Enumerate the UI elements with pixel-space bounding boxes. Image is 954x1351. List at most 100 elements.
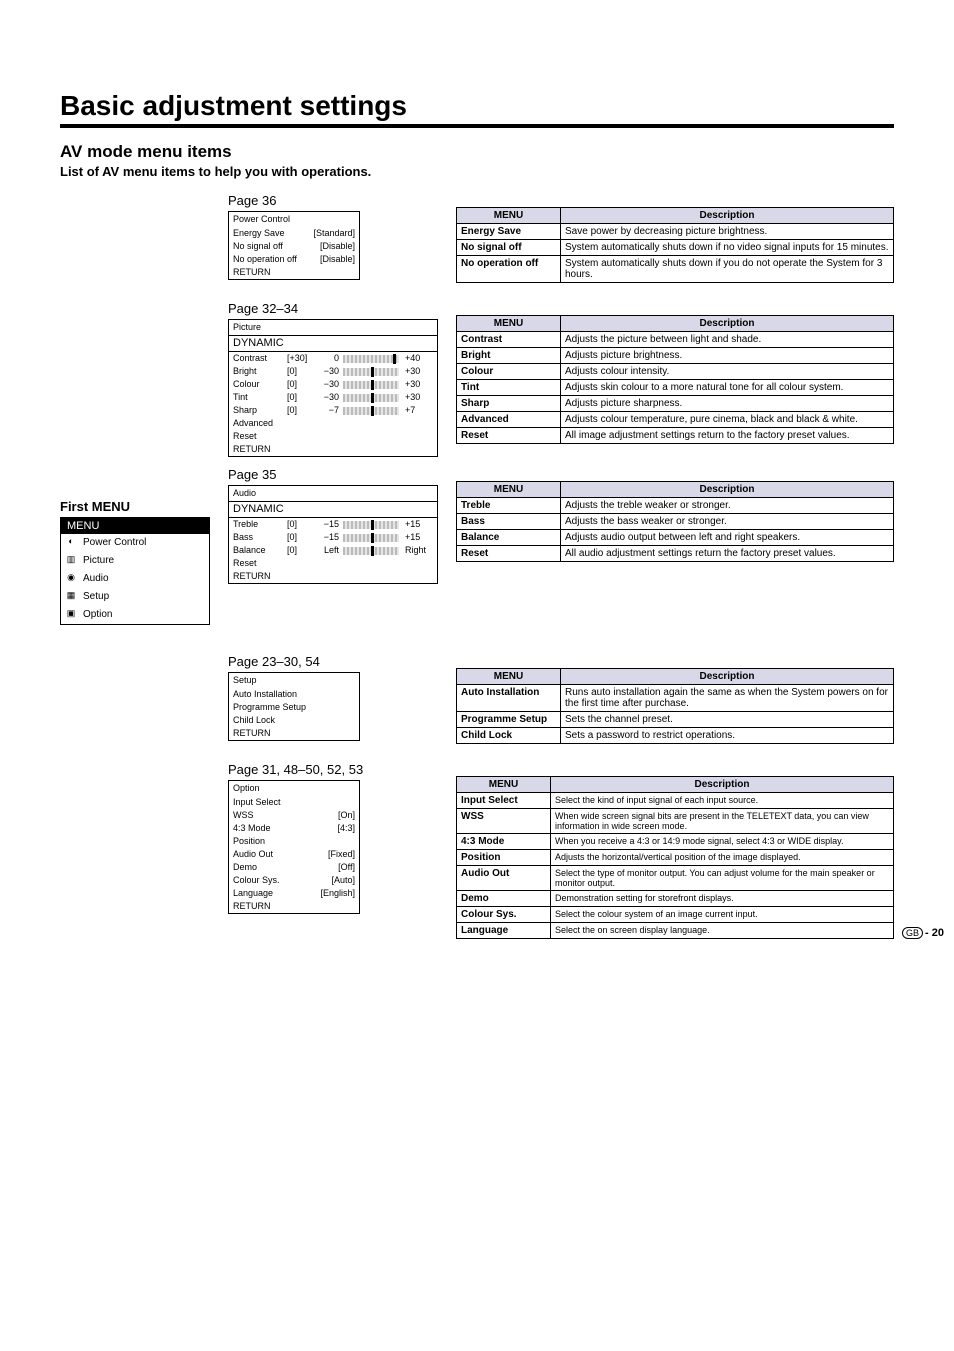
slider-knob: [371, 380, 374, 390]
table-cell: Demonstration setting for storefront dis…: [551, 891, 894, 907]
th-menu: MENU: [457, 777, 551, 793]
slider-knob: [371, 546, 374, 556]
menu-item: ▥Picture: [61, 552, 209, 570]
page-number: GB- 20: [902, 927, 944, 939]
desc-table-power: MENUDescription Energy SaveSave power by…: [456, 207, 894, 283]
table-cell: Energy Save: [457, 224, 561, 240]
slider-knob: [371, 367, 374, 377]
slider-knob: [393, 354, 396, 364]
slider-max: +30: [403, 365, 433, 378]
desc-table-setup: MENUDescription Auto InstallationRuns au…: [456, 668, 894, 744]
slider-val: [+30]: [287, 352, 311, 365]
first-menu-box: MENU ◐Power Control ▥Picture ◉Audio ▦Set…: [60, 517, 210, 625]
slider-max: +30: [403, 378, 433, 391]
slider-label: Bright: [233, 365, 283, 378]
page-ref: Page 36: [228, 193, 438, 208]
slider-val: [0]: [287, 365, 311, 378]
osd-row-label: RETURN: [229, 900, 359, 913]
table-cell: Input Select: [457, 793, 551, 809]
osd-row-label: Position: [233, 835, 265, 848]
section-heading: AV mode menu items: [60, 142, 894, 162]
slider-label: Colour: [233, 378, 283, 391]
osd-mode: DYNAMIC: [229, 501, 437, 518]
osd-row-label: Colour Sys.: [233, 874, 280, 887]
table-cell: No signal off: [457, 240, 561, 256]
menu-item-label: Setup: [83, 591, 109, 602]
table-cell: WSS: [457, 809, 551, 834]
osd-row-label: WSS: [233, 809, 254, 822]
table-cell: Audio Out: [457, 866, 551, 891]
slider-track: [343, 381, 399, 389]
table-cell: Demo: [457, 891, 551, 907]
table-cell: All audio adjustment settings return the…: [561, 546, 894, 562]
table-cell: Position: [457, 850, 551, 866]
th-desc: Description: [561, 669, 894, 685]
page-title: Basic adjustment settings: [60, 90, 894, 128]
table-cell: No operation off: [457, 256, 561, 283]
option-icon: ▣: [65, 607, 77, 619]
table-cell: Advanced: [457, 412, 561, 428]
osd-row-label: Audio Out: [233, 848, 273, 861]
osd-row-label: Advanced: [229, 417, 437, 430]
th-desc: Description: [561, 316, 894, 332]
osd-row-value: [Off]: [338, 861, 355, 874]
slider-label: Balance: [233, 544, 283, 557]
slider-label: Bass: [233, 531, 283, 544]
setup-icon: ▦: [65, 589, 77, 601]
slider-min: Left: [315, 544, 339, 557]
table-cell: Select the kind of input signal of each …: [551, 793, 894, 809]
table-cell: Bass: [457, 514, 561, 530]
table-cell: Sets the channel preset.: [561, 712, 894, 728]
slider-knob: [371, 406, 374, 416]
table-cell: Colour Sys.: [457, 907, 551, 923]
osd-row-value: [On]: [338, 809, 355, 822]
first-menu-title: MENU: [61, 518, 209, 534]
picture-icon: ▥: [65, 553, 77, 565]
slider-val: [0]: [287, 531, 311, 544]
slider-track: [343, 534, 399, 542]
osd-power: Power Control Energy Save[Standard] No s…: [228, 211, 360, 280]
osd-row-value: [Auto]: [331, 874, 355, 887]
osd-mode: DYNAMIC: [229, 335, 437, 352]
osd-row-value: [Standard]: [313, 227, 355, 240]
slider-val: [0]: [287, 544, 311, 557]
osd-row-label: Input Select: [233, 796, 281, 809]
slider-label: Treble: [233, 518, 283, 531]
slider-min: −15: [315, 518, 339, 531]
menu-item: ▦ Setup: [61, 588, 209, 606]
table-cell: Adjusts picture sharpness.: [561, 396, 894, 412]
osd-row-value: [4:3]: [337, 822, 355, 835]
slider-track: [343, 394, 399, 402]
osd-row-label: Demo: [233, 861, 257, 874]
table-cell: Language: [457, 923, 551, 939]
osd-row-label: RETURN: [229, 727, 359, 740]
page-ref: Page 31, 48–50, 52, 53: [228, 762, 438, 777]
table-cell: Contrast: [457, 332, 561, 348]
osd-row-label: RETURN: [229, 443, 437, 456]
slider-max: Right: [403, 544, 433, 557]
osd-row-label: RETURN: [229, 266, 359, 279]
osd-row-label: Reset: [229, 430, 437, 443]
table-cell: Adjusts the bass weaker or stronger.: [561, 514, 894, 530]
table-cell: Adjusts colour temperature, pure cinema,…: [561, 412, 894, 428]
table-cell: Adjusts audio output between left and ri…: [561, 530, 894, 546]
table-cell: System automatically shuts down if no vi…: [561, 240, 894, 256]
slider-label: Sharp: [233, 404, 283, 417]
table-cell: When wide screen signal bits are present…: [551, 809, 894, 834]
table-cell: Tint: [457, 380, 561, 396]
table-cell: Child Lock: [457, 728, 561, 744]
osd-title: Setup: [229, 673, 359, 688]
osd-row-label: No operation off: [233, 253, 297, 266]
slider-track: [343, 521, 399, 529]
table-cell: Sharp: [457, 396, 561, 412]
th-menu: MENU: [457, 208, 561, 224]
th-menu: MENU: [457, 669, 561, 685]
region-badge: GB: [902, 927, 923, 939]
page-number-text: - 20: [925, 927, 944, 939]
osd-row-label: Auto Installation: [229, 688, 359, 701]
slider-val: [0]: [287, 391, 311, 404]
table-cell: System automatically shuts down if you d…: [561, 256, 894, 283]
slider-knob: [371, 393, 374, 403]
desc-table-audio: MENUDescription TrebleAdjusts the treble…: [456, 481, 894, 562]
osd-row-label: Programme Setup: [229, 701, 359, 714]
